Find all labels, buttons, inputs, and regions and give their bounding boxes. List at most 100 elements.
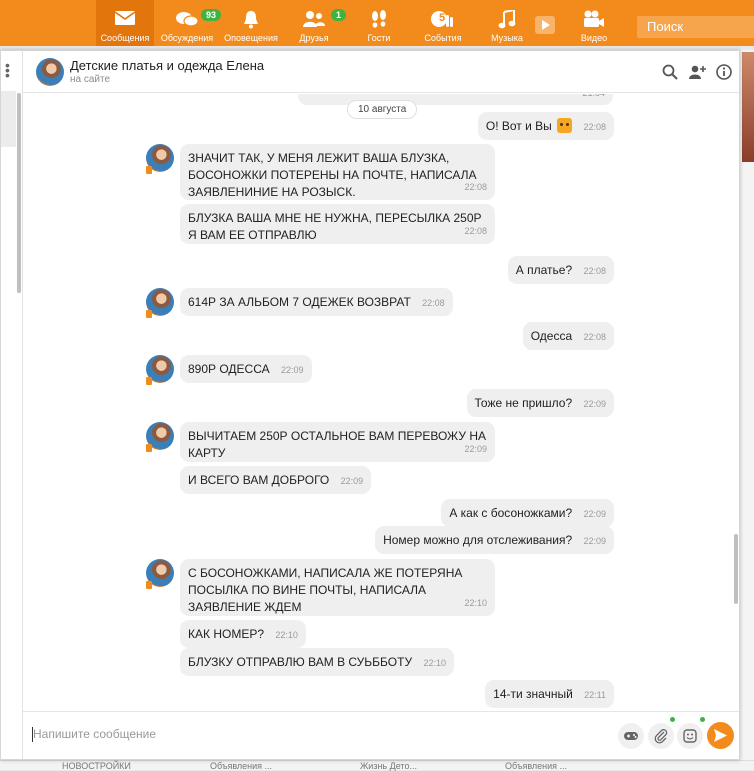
message-bubble-outgoing[interactable]: Одесса 22:08 xyxy=(522,322,614,350)
nav-label: Друзья xyxy=(299,33,329,43)
play-icon[interactable] xyxy=(535,16,555,34)
message-text: ВЫЧИТАЕМ 250Р ОСТАЛЬНОЕ ВАМ ПЕРЕВОЖУ НА … xyxy=(188,429,486,460)
message-bubble-incoming[interactable]: И ВСЕГО ВАМ ДОБРОГО 22:09 xyxy=(180,466,372,494)
message-bubble-outgoing[interactable]: Тоже не пришло? 22:09 xyxy=(466,389,614,417)
message-bubble-incoming[interactable]: С БОСОНОЖКАМИ, НАПИСАЛА ЖЕ ПОТЕРЯНА ПОСЫ… xyxy=(180,559,495,616)
bell-icon xyxy=(244,11,258,29)
message-time: 22:08 xyxy=(464,226,487,236)
message-bubble-incoming[interactable]: КАК НОМЕР? 22:10 xyxy=(180,620,306,648)
chat-header: Детские платья и одежда Елена на сайте xyxy=(23,51,739,93)
message-composer: Напишите сообщение xyxy=(23,711,739,759)
date-divider: 10 августа xyxy=(347,100,418,119)
chat-window: • • • Детские платья и одежда Елена на сай… xyxy=(0,50,740,760)
new-indicator-dot xyxy=(700,717,705,722)
message-text: А платье? xyxy=(515,263,573,277)
message-text: Тоже не пришло? xyxy=(474,396,573,410)
message-time: 22:09 xyxy=(340,476,364,486)
nav-label: События xyxy=(424,33,462,43)
message-text: Одесса xyxy=(530,329,573,343)
paperclip-icon xyxy=(654,729,668,744)
nav-label: Музыка xyxy=(491,33,523,43)
nav-video[interactable]: Видео xyxy=(565,0,623,46)
sender-avatar[interactable] xyxy=(146,422,174,452)
add-user-icon[interactable] xyxy=(688,63,706,81)
message-text: С БОСОНОЖКАМИ, НАПИСАЛА ЖЕ ПОТЕРЯНА ПОСЫ… xyxy=(188,566,463,614)
nav-friends[interactable]: Друзья xyxy=(285,0,343,46)
selected-conversation[interactable] xyxy=(1,91,16,147)
message-bubble-outgoing[interactable]: О! Вот и Вы 22:08 xyxy=(477,112,614,140)
message-input[interactable]: Напишите сообщение xyxy=(33,727,156,741)
conversation-list-strip: • • • xyxy=(1,51,23,759)
message-bubble-incoming[interactable]: 614Р ЗА АЛЬБОМ 7 ОДЕЖЕК ВОЗВРАТ 22:08 xyxy=(180,288,453,316)
message-text: И ВСЕГО ВАМ ДОБРОГО xyxy=(188,473,330,487)
discussions-count-badge: 93 xyxy=(201,9,222,21)
emoji-button[interactable] xyxy=(677,723,703,749)
message-bubble-incoming[interactable]: БЛУЗКУ ОТПРАВЛЮ ВАМ В СУЬББОТУ 22:10 xyxy=(180,648,454,676)
contact-status: на сайте xyxy=(70,74,111,85)
message-time: 22:09 xyxy=(583,399,606,409)
sender-avatar[interactable] xyxy=(146,559,174,589)
search-input[interactable]: Поиск xyxy=(637,16,754,38)
sender-avatar[interactable] xyxy=(146,144,174,174)
nav-messages[interactable]: Сообщения xyxy=(96,0,154,46)
message-text: 890Р ОДЕССА xyxy=(188,362,270,376)
message-time: 22:09 xyxy=(280,365,304,375)
message-text: ЗНАЧИТ ТАК, У МЕНЯ ЛЕЖИТ ВАША БЛУЗКА, БО… xyxy=(188,151,477,199)
message-time: 22:09 xyxy=(583,509,606,519)
nav-discussions[interactable]: Обсуждения xyxy=(158,0,216,46)
attach-button[interactable] xyxy=(648,723,674,749)
message-time: 22:08 xyxy=(464,182,487,192)
message-list: 21:54 10 августа О! Вот и Вы 22:08 ЗНАЧИ… xyxy=(23,94,739,711)
message-bubble-previous: 21:54 xyxy=(298,94,613,105)
info-icon[interactable] xyxy=(715,63,733,81)
message-time: 22:09 xyxy=(464,444,487,454)
message-bubble-outgoing[interactable]: А платье? 22:08 xyxy=(507,256,614,284)
friends-icon xyxy=(303,11,325,27)
message-bubble-incoming[interactable]: БЛУЗКА ВАША МНЕ НЕ НУЖНА, ПЕРЕСЫЛКА 250Р… xyxy=(180,204,495,244)
nav-notifications[interactable]: Оповещения xyxy=(222,0,280,46)
discussions-icon xyxy=(176,12,199,27)
cat-emoji-icon xyxy=(557,118,573,133)
video-camera-icon xyxy=(584,10,604,27)
smiley-icon xyxy=(683,729,697,743)
message-bubble-incoming[interactable]: ЗНАЧИТ ТАК, У МЕНЯ ЛЕЖИТ ВАША БЛУЗКА, БО… xyxy=(180,144,495,200)
message-bubble-incoming[interactable]: ВЫЧИТАЕМ 250Р ОСТАЛЬНОЕ ВАМ ПЕРЕВОЖУ НА … xyxy=(180,422,495,462)
message-bubble-outgoing[interactable]: Номер можно для отслеживания? 22:09 xyxy=(375,526,614,554)
background-footer: НОВОСТРОЙКИ Объявления ... Жизнь Дето...… xyxy=(0,760,754,771)
nav-guests[interactable]: Гости xyxy=(350,0,408,46)
contact-avatar[interactable] xyxy=(36,58,64,86)
background-photo xyxy=(742,52,754,162)
sender-avatar[interactable] xyxy=(146,288,174,318)
message-text: КАК НОМЕР? xyxy=(188,627,264,641)
contact-name[interactable]: Детские платья и одежда Елена xyxy=(70,58,264,73)
message-bubble-incoming[interactable]: 890Р ОДЕССА 22:09 xyxy=(180,355,312,383)
message-bubble-outgoing[interactable]: А как с босоножками? 22:09 xyxy=(441,499,614,527)
games-button[interactable] xyxy=(618,723,644,749)
top-navigation-bar: Сообщения Обсуждения 93 Оповещения Друзь… xyxy=(0,0,754,46)
message-time: 22:08 xyxy=(583,332,606,342)
sender-avatar[interactable] xyxy=(146,355,174,385)
gamepad-icon xyxy=(624,732,638,740)
nav-label: Видео xyxy=(580,33,608,43)
message-text: Номер можно для отслеживания? xyxy=(383,533,573,547)
message-text: БЛУЗКУ ОТПРАВЛЮ ВАМ В СУЬББОТУ xyxy=(188,655,413,669)
new-indicator-dot xyxy=(670,717,675,722)
send-button[interactable] xyxy=(707,722,734,749)
friends-count-badge: 1 xyxy=(331,9,347,21)
more-options-icon[interactable]: • • • xyxy=(5,58,10,82)
envelope-icon xyxy=(114,11,136,25)
message-time: 22:08 xyxy=(583,266,606,276)
events-count: 5 xyxy=(439,12,446,24)
nav-label: Оповещения xyxy=(224,33,278,43)
message-text: А как с босоножками? xyxy=(449,506,573,520)
conversation-list-scrollbar[interactable] xyxy=(17,93,21,293)
message-text: 614Р ЗА АЛЬБОМ 7 ОДЕЖЕК ВОЗВРАТ xyxy=(188,295,411,309)
nav-events[interactable]: 5 События xyxy=(414,0,472,46)
message-time: 22:09 xyxy=(583,536,606,546)
message-bubble-outgoing[interactable]: 14-ти значный 22:11 xyxy=(485,680,614,708)
nav-music[interactable]: Музыка xyxy=(478,0,536,46)
search-icon[interactable] xyxy=(661,63,679,81)
message-text: 14-ти значный xyxy=(493,687,573,701)
message-text: БЛУЗКА ВАША МНЕ НЕ НУЖНА, ПЕРЕСЫЛКА 250Р… xyxy=(188,211,482,242)
message-list-scrollbar[interactable] xyxy=(734,534,738,604)
